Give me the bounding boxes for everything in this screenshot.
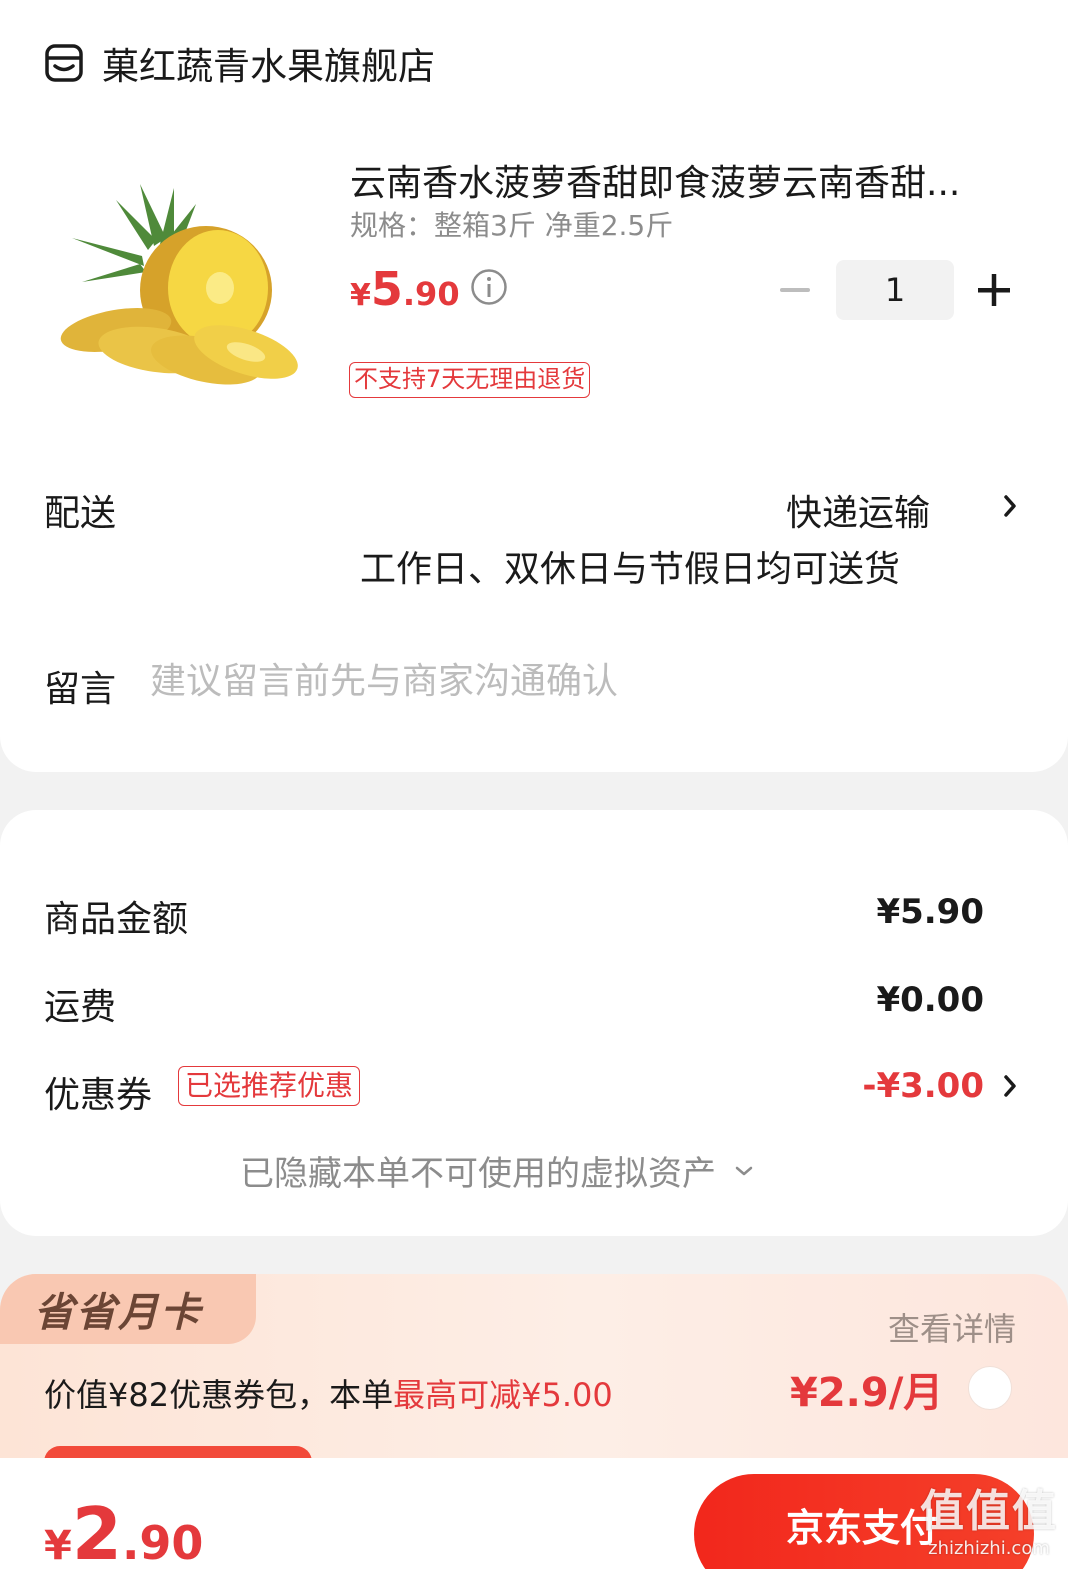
total-decimal: .90 [121,1516,204,1569]
goods-amount-value: ¥5.90 [876,892,984,932]
monthly-card-desc-prefix: 价值¥82优惠券包，本单 [44,1376,394,1414]
watermark-logo-text: 值值值 [920,1486,1058,1537]
product-title[interactable]: 云南香水菠萝香甜即食菠萝云南香甜... [350,154,1020,206]
chevron-right-icon[interactable] [1002,1073,1018,1099]
message-label: 留言 [44,669,117,710]
checkout-bar: ¥ 2 .90 京东支付 值值值 zhizhizhi.com [0,1458,1068,1569]
shipping-fee-value: ¥0.00 [876,980,984,1020]
watermark-logo: 值值值 zhizhizhi.com [916,1486,1062,1559]
total-price: ¥ 2 .90 [44,1492,203,1569]
order-item-card: 菓红蔬青水果旗舰店 云南香水菠萝香甜即食菠萝云南香甜... 规格：整箱3斤 净重… [0,0,1068,772]
delivery-label: 配送 [44,493,117,534]
coupon-tag: 已选推荐优惠 [178,1066,361,1106]
price-integer: 5 [370,262,403,316]
monthly-card-badge: 省省月卡 [0,1274,256,1344]
total-currency: ¥ [44,1523,72,1569]
monthly-card-promo: 省省月卡 查看详情 价值¥82优惠券包，本单最高可减¥5.00 ¥2.9/月 [0,1274,1068,1474]
chevron-down-icon [735,1166,753,1175]
hidden-assets-toggle[interactable]: 已隐藏本单不可使用的虚拟资产 [240,1146,754,1195]
quantity-increase-button[interactable] [976,272,1012,308]
product-image[interactable] [56,180,308,402]
hidden-assets-text: 已隐藏本单不可使用的虚拟资产 [240,1154,716,1194]
watermark-url: zhizhizhi.com [928,1538,1050,1559]
view-details-link[interactable]: 查看详情 [888,1304,1016,1350]
monthly-card-badge-text: 省省月卡 [34,1290,202,1336]
message-input[interactable] [150,656,850,706]
monthly-card-desc-highlight: 最高可减¥5.00 [393,1376,613,1414]
price-decimal: .90 [402,275,460,313]
price-currency: ¥ [350,278,371,313]
delivery-method[interactable]: 快递运输 [786,484,930,536]
monthly-card-price: ¥2.9/月 [790,1370,944,1416]
coupon-label: 优惠券 [44,1075,153,1116]
minus-icon [780,288,810,292]
monthly-card-description: 价值¥82优惠券包，本单最高可减¥5.00 [44,1370,613,1416]
total-integer: 2 [71,1492,122,1569]
store-row[interactable]: 菓红蔬青水果旗舰店 [44,36,435,90]
product-price: ¥ 5 .90 [350,262,460,316]
coupon-value[interactable]: -¥3.00 [862,1066,984,1106]
quantity-input[interactable]: 1 [836,260,954,320]
chevron-right-icon[interactable] [1002,493,1018,519]
goods-amount-label: 商品金额 [44,899,189,940]
product-spec: 规格：整箱3斤 净重2.5斤 [350,209,674,242]
no-return-tag: 不支持7天无理由退货 [349,362,591,398]
quantity-decrease-button[interactable] [778,280,812,300]
monthly-card-radio[interactable] [968,1366,1012,1410]
info-icon[interactable] [470,268,508,306]
shipping-fee-label: 运费 [44,987,117,1028]
delivery-note: 工作日、双休日与节假日均可送货 [360,549,901,590]
store-name: 菓红蔬青水果旗舰店 [102,45,435,88]
store-icon [45,44,83,82]
